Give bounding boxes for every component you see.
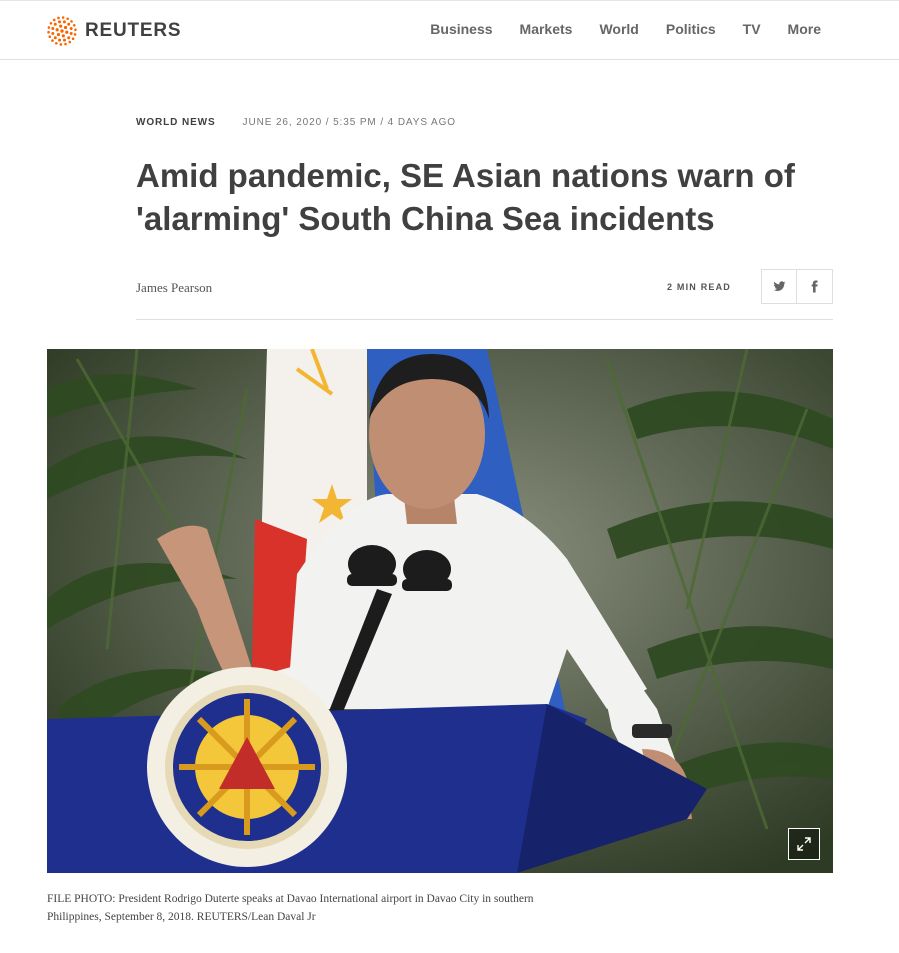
main-nav: Business Markets World Politics TV More (403, 21, 821, 37)
facebook-share-button[interactable] (797, 269, 833, 304)
article-meta: WORLD NEWS JUNE 26, 2020 / 5:35 PM / 4 D… (136, 117, 456, 128)
headline: Amid pandemic, SE Asian nations warn of … (136, 157, 795, 237)
author-name[interactable]: James Pearson (136, 280, 212, 296)
article-photo[interactable] (47, 349, 833, 873)
photo-scene (47, 349, 833, 873)
dateline: JUNE 26, 2020 / 5:35 PM / 4 DAYS AGO (242, 117, 456, 128)
byline-row: James Pearson 2 MIN READ (136, 268, 833, 320)
twitter-icon (773, 281, 785, 291)
brand-name: REUTERS (85, 20, 182, 41)
photo-caption: FILE PHOTO: President Rodrigo Duterte sp… (47, 893, 534, 923)
reuters-logo[interactable]: REUTERS (46, 15, 181, 47)
share-buttons (761, 269, 833, 304)
presidential-seal (147, 667, 347, 867)
expand-photo-button[interactable] (788, 828, 820, 860)
section-label[interactable]: WORLD NEWS (136, 117, 216, 128)
reuters-logo-icon (47, 16, 77, 46)
expand-icon (797, 837, 811, 851)
nav-world[interactable]: World (599, 21, 638, 37)
read-time: 2 MIN READ (666, 282, 731, 292)
nav-politics[interactable]: Politics (666, 21, 716, 37)
nav-business[interactable]: Business (430, 21, 492, 37)
nav-markets[interactable]: Markets (520, 21, 573, 37)
twitter-share-button[interactable] (761, 269, 797, 304)
facebook-icon (811, 280, 818, 293)
site-header: REUTERS Business Markets World Politics … (0, 0, 899, 60)
nav-tv[interactable]: TV (743, 21, 761, 37)
nav-more[interactable]: More (788, 21, 821, 37)
